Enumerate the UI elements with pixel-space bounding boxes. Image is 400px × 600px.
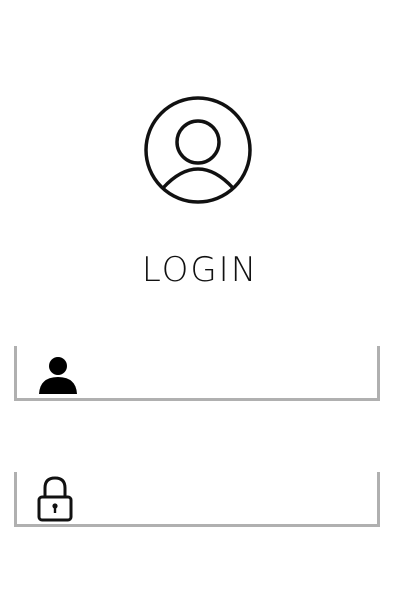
lock-icon	[37, 476, 73, 522]
username-field[interactable]	[14, 346, 380, 401]
username-input[interactable]	[79, 356, 373, 394]
page-title: LOGIN	[141, 250, 259, 290]
user-icon	[39, 357, 77, 394]
password-input[interactable]	[79, 482, 373, 520]
user-circle-icon	[144, 96, 252, 204]
avatar	[143, 95, 253, 205]
password-field[interactable]	[14, 472, 380, 527]
